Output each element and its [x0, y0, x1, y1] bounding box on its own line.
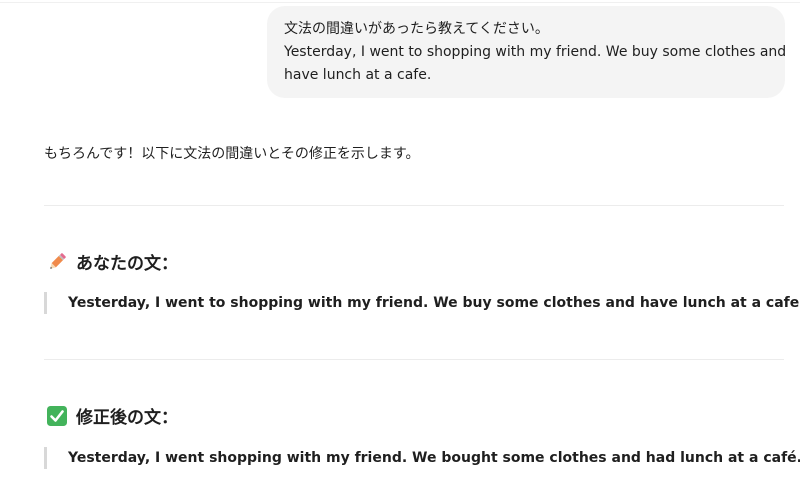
- user-message-bubble: 文法の間違いがあったら教えてください。 Yesterday, I went to…: [267, 6, 787, 98]
- section-divider: [44, 205, 784, 206]
- corrected-sentence-heading: 修正後の文：: [46, 403, 178, 428]
- user-message-line-2: Yesterday, I went to shopping with my fr…: [284, 44, 787, 60]
- chat-page: 文法の間違いがあったら教えてください。 Yesterday, I went to…: [0, 0, 800, 479]
- user-message-line-1: 文法の間違いがあったら教えてください。: [284, 21, 549, 37]
- corrected-sentence-quote: Yesterday, I went shopping with my frien…: [44, 447, 800, 469]
- original-sentence-heading: あなたの文：: [46, 249, 178, 274]
- check-mark-button-icon: [47, 405, 67, 426]
- section-divider: [44, 359, 784, 360]
- user-message-line-3: have lunch at a cafe.: [284, 67, 432, 83]
- original-sentence-heading-text: あなたの文：: [76, 254, 178, 274]
- corrected-sentence-heading-text: 修正後の文：: [76, 408, 178, 428]
- pencil-icon: [50, 252, 66, 269]
- top-divider: [0, 2, 800, 3]
- assistant-intro-text: もちろんです！以下に文法の間違いとその修正を示します。: [44, 146, 420, 162]
- original-sentence-quote: Yesterday, I went to shopping with my fr…: [44, 292, 800, 314]
